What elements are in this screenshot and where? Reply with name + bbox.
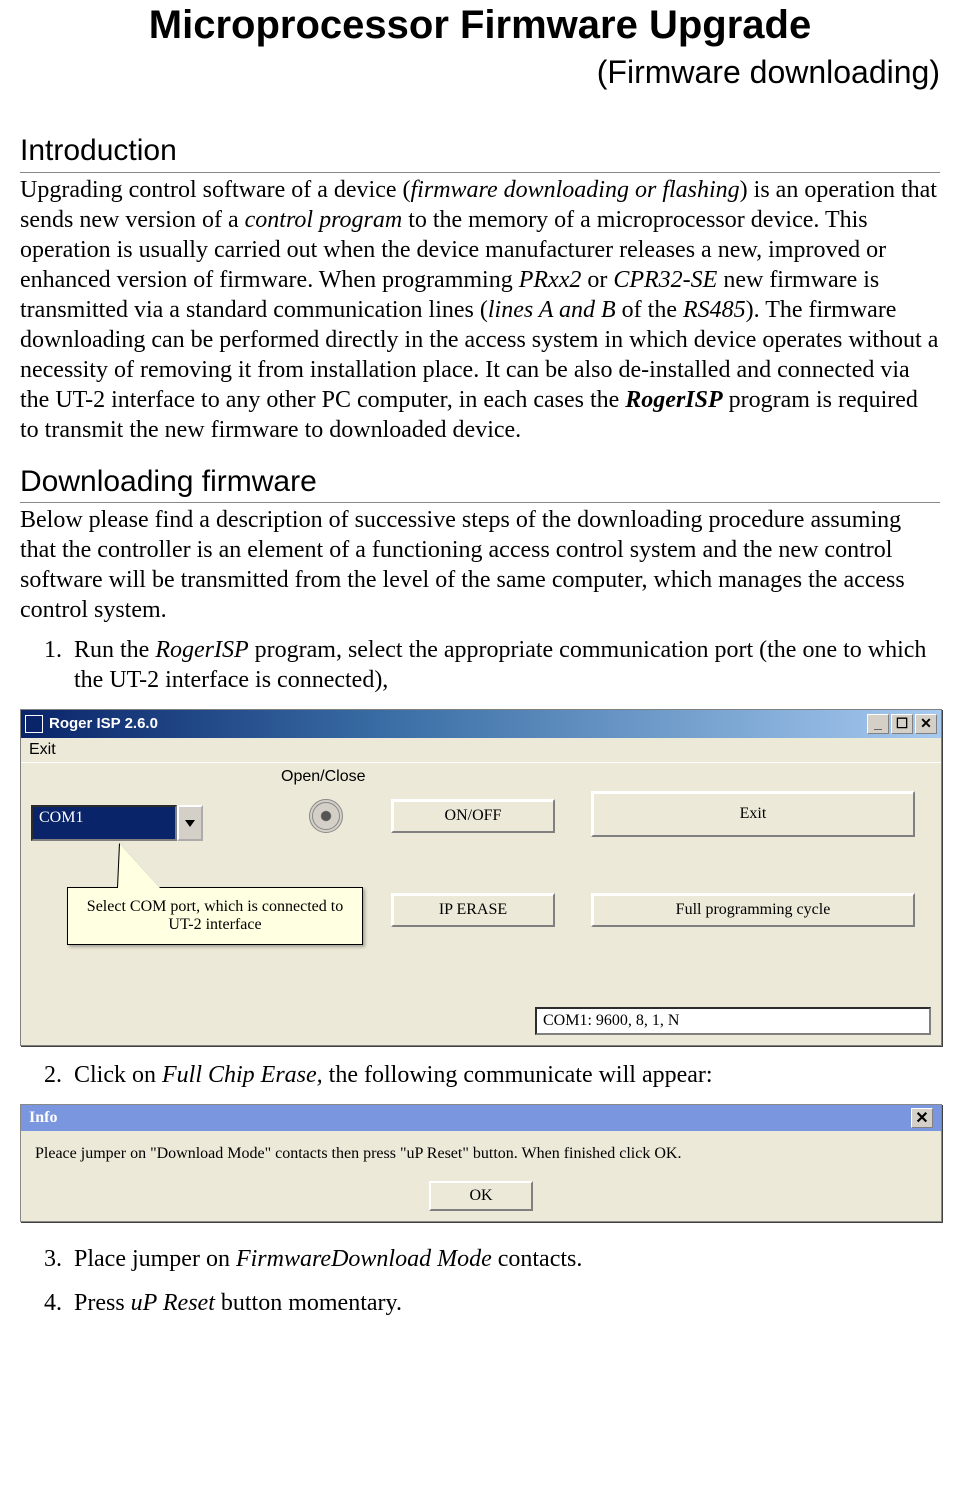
com-port-combo[interactable]: COM1 — [31, 805, 203, 841]
maximize-button[interactable]: ☐ — [891, 714, 913, 734]
titlebar[interactable]: Roger ISP 2.6.0 _ ☐ ✕ — [21, 710, 941, 738]
dialog-body-text: Pleace jumper on "Download Mode" contact… — [21, 1131, 941, 1169]
window-title: Roger ISP 2.6.0 — [49, 715, 158, 734]
downloading-paragraph: Below please find a description of succe… — [20, 505, 940, 625]
menu-exit[interactable]: Exit — [21, 738, 941, 763]
intro-paragraph: Upgrading control software of a device (… — [20, 175, 940, 445]
status-bar: COM1: 9600, 8, 1, N — [535, 1007, 931, 1035]
group-label-openclose: Open/Close — [281, 767, 366, 787]
openclose-radio[interactable] — [309, 799, 343, 833]
info-dialog: Info ✕ Pleace jumper on "Download Mode" … — [20, 1104, 942, 1222]
step-3: Place jumper on FirmwareDownload Mode co… — [68, 1244, 940, 1274]
tooltip-select-com-port: Select COM port, which is connected to U… — [67, 887, 363, 945]
full-programming-cycle-button[interactable]: Full programming cycle — [591, 893, 915, 927]
close-button[interactable]: ✕ — [915, 714, 937, 734]
section-heading-introduction: Introduction — [20, 132, 940, 173]
chevron-down-icon — [185, 818, 195, 828]
onoff-button[interactable]: ON/OFF — [391, 799, 555, 833]
exit-button[interactable]: Exit — [591, 791, 915, 837]
com-port-value[interactable]: COM1 — [31, 805, 177, 841]
page-subtitle: (Firmware downloading) — [20, 52, 940, 92]
rogerisp-window: Roger ISP 2.6.0 _ ☐ ✕ Exit Open/Close CO… — [20, 709, 942, 1046]
page-title: Microprocessor Firmware Upgrade — [20, 0, 940, 50]
dialog-title: Info — [29, 1109, 57, 1127]
step-4: Press uP Reset button momentary. — [68, 1288, 940, 1318]
minimize-button[interactable]: _ — [867, 714, 889, 734]
combo-dropdown-button[interactable] — [177, 805, 203, 841]
section-heading-downloading: Downloading firmware — [20, 463, 940, 504]
app-icon — [25, 715, 43, 733]
ip-erase-button[interactable]: IP ERASE — [391, 893, 555, 927]
step-2: Click on Full Chip Erase, the following … — [68, 1060, 940, 1090]
dialog-ok-button[interactable]: OK — [429, 1181, 533, 1211]
dialog-close-button[interactable]: ✕ — [911, 1108, 933, 1128]
step-1: Run the RogerISP program, select the app… — [68, 635, 940, 695]
